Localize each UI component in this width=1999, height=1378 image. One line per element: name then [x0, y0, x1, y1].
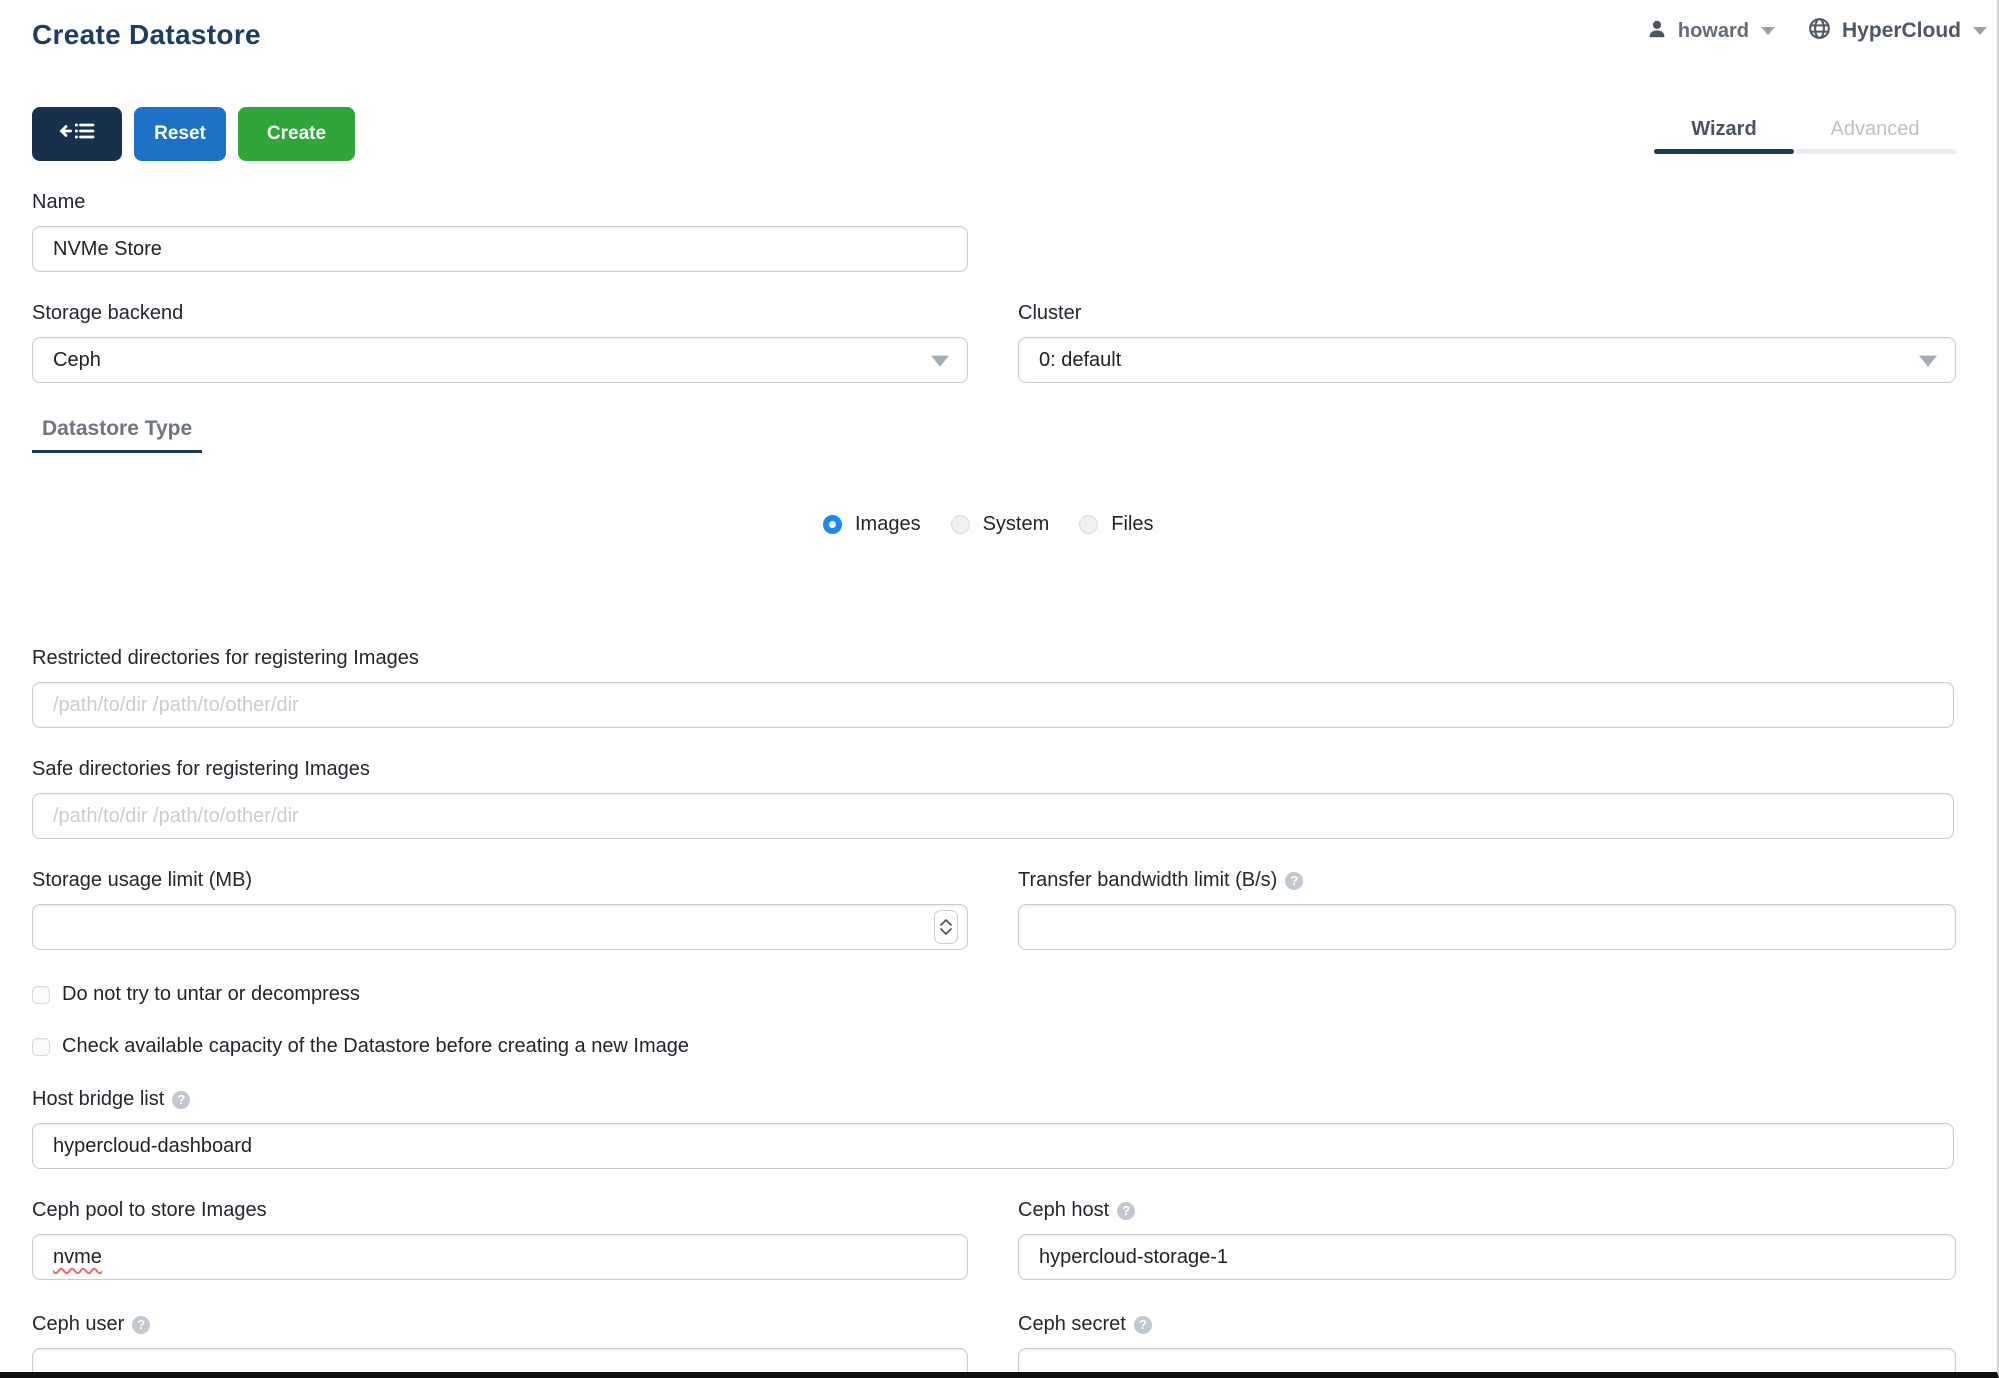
chevron-down-icon [1973, 27, 1987, 35]
storage-backend-label: Storage backend [32, 302, 183, 325]
radio-files[interactable]: Files [1079, 513, 1153, 536]
name-label: Name [32, 191, 85, 214]
tab-wizard[interactable]: Wizard [1654, 118, 1794, 154]
ceph-secret-group: Ceph secret [1018, 1313, 1956, 1378]
ceph-secret-input[interactable] [1018, 1348, 1956, 1378]
cluster-group: Cluster 0: default [1018, 302, 1956, 383]
checkbox-row[interactable]: Check available capacity of the Datastor… [32, 1035, 1954, 1058]
ceph-pool-value: nvme [53, 1246, 102, 1269]
user-menu-label: howard [1678, 20, 1749, 43]
create-datastore-page: howard HyperCloud WizardAdvanced Create … [0, 0, 1999, 1378]
transfer-bandwidth-limit-input[interactable] [1018, 904, 1956, 950]
help-icon[interactable] [1134, 1316, 1152, 1334]
tab-label: Advanced [1831, 118, 1920, 140]
radio-system[interactable]: System [951, 513, 1050, 536]
radio-label: Files [1111, 513, 1153, 536]
storage-backend-value: Ceph [53, 349, 101, 372]
radio-icon[interactable] [951, 515, 970, 534]
back-to-list-button[interactable] [32, 107, 122, 161]
storage-backend-select[interactable]: Ceph [32, 337, 968, 383]
ceph-user-label: Ceph user [32, 1313, 124, 1336]
help-icon[interactable] [1285, 872, 1303, 890]
restricted-dirs-group: Restricted directories for registering I… [32, 647, 1954, 728]
storage-usage-limit-group: Storage usage limit (MB) [32, 869, 968, 950]
stepper-up-icon [940, 919, 952, 926]
safe-dirs-label: Safe directories for registering Images [32, 758, 370, 781]
radio-icon[interactable] [823, 515, 842, 534]
ceph-secret-label: Ceph secret [1018, 1313, 1126, 1336]
restricted-dirs-label: Restricted directories for registering I… [32, 647, 419, 670]
user-icon [1646, 18, 1668, 45]
tenant-menu-label: HyperCloud [1842, 19, 1961, 43]
option-checkboxes: Do not try to untar or decompress Check a… [32, 983, 1954, 1058]
name-field-group: Name [32, 191, 968, 272]
storage-backend-group: Storage backend Ceph [32, 302, 968, 383]
radio-icon[interactable] [1079, 515, 1098, 534]
radio-label: System [983, 513, 1050, 536]
ceph-host-input[interactable] [1018, 1234, 1956, 1280]
transfer-bandwidth-limit-group: Transfer bandwidth limit (B/s) [1018, 869, 1956, 950]
radio-label: Images [855, 513, 921, 536]
safe-dirs-input[interactable] [32, 793, 1954, 839]
help-icon[interactable] [1117, 1202, 1135, 1220]
safe-dirs-group: Safe directories for registering Images [32, 758, 1954, 839]
host-bridge-list-group: Host bridge list [32, 1088, 1954, 1169]
stepper-down-icon [940, 928, 952, 935]
ceph-user-group: Ceph user [32, 1313, 968, 1378]
help-icon[interactable] [132, 1316, 150, 1334]
host-bridge-list-label: Host bridge list [32, 1088, 164, 1111]
ceph-host-group: Ceph host [1018, 1199, 1956, 1280]
radio-images[interactable]: Images [823, 513, 921, 536]
name-input[interactable] [32, 226, 968, 272]
ceph-pool-group: Ceph pool to store Images nvme [32, 1199, 968, 1280]
datastore-type-options: Images System Files [823, 513, 1954, 536]
checkbox-icon[interactable] [32, 1038, 50, 1056]
ceph-user-input[interactable] [32, 1348, 968, 1378]
cluster-value: 0: default [1039, 349, 1121, 372]
chevron-down-icon [1919, 356, 1937, 367]
datastore-type-section-title: Datastore Type [32, 417, 202, 453]
storage-usage-limit-label: Storage usage limit (MB) [32, 869, 252, 892]
user-menu[interactable]: howard [1646, 18, 1775, 45]
reset-button[interactable]: Reset [134, 107, 226, 161]
tab-label: Wizard [1691, 118, 1756, 140]
checkbox-row[interactable]: Do not try to untar or decompress [32, 983, 1954, 1006]
checkbox-label: Check available capacity of the Datastor… [62, 1035, 689, 1058]
transfer-bandwidth-limit-label: Transfer bandwidth limit (B/s) [1018, 869, 1277, 892]
tabs: Wizard Advanced [1654, 118, 1956, 154]
checkbox-label: Do not try to untar or decompress [62, 983, 360, 1006]
host-bridge-list-input[interactable] [32, 1123, 1954, 1169]
cluster-label: Cluster [1018, 302, 1081, 325]
cluster-select[interactable]: 0: default [1018, 337, 1956, 383]
restricted-dirs-input[interactable] [32, 682, 1954, 728]
checkbox-icon[interactable] [32, 986, 50, 1004]
chevron-down-icon [931, 356, 949, 367]
storage-usage-limit-input[interactable] [32, 904, 968, 950]
ceph-pool-input[interactable]: nvme [32, 1234, 968, 1280]
number-stepper[interactable] [934, 910, 958, 944]
create-button[interactable]: Create [238, 107, 355, 161]
ceph-host-label: Ceph host [1018, 1199, 1109, 1222]
tenant-menu[interactable]: HyperCloud [1807, 16, 1987, 46]
tab-advanced[interactable]: Advanced [1794, 118, 1956, 154]
globe-icon [1807, 16, 1832, 46]
chevron-down-icon [1761, 27, 1775, 35]
account-menu: howard HyperCloud [1646, 16, 1987, 46]
back-to-list-icon [58, 118, 96, 150]
help-icon[interactable] [172, 1091, 190, 1109]
ceph-pool-label: Ceph pool to store Images [32, 1199, 267, 1222]
